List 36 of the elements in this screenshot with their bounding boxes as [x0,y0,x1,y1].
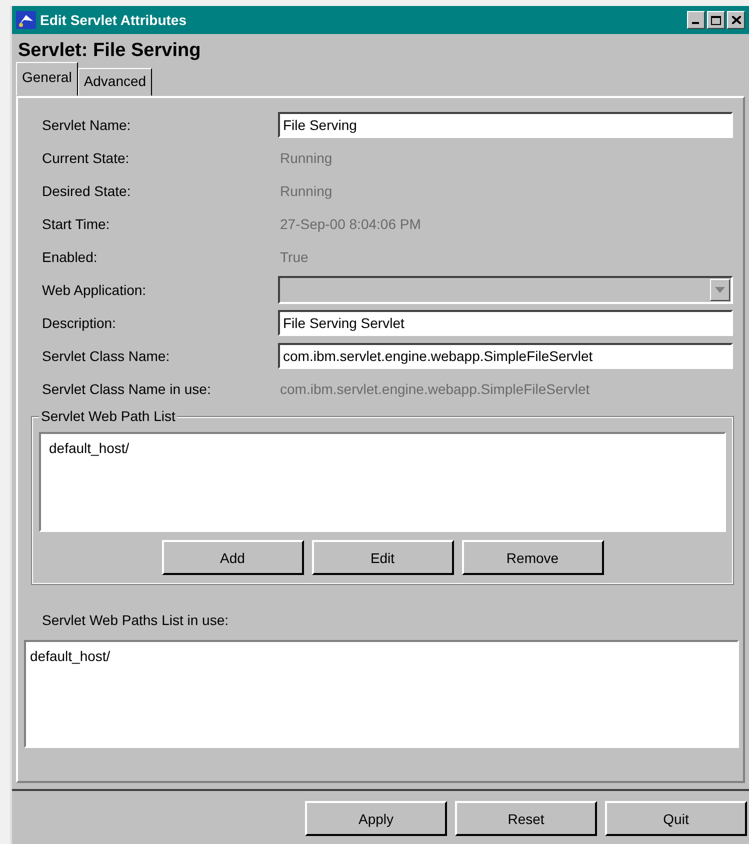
tab[interactable]: Advanced [78,68,152,96]
field-label: Description: [41,314,117,330]
group-title: Servlet Web Path List [39,408,178,424]
list-item: default_host/ [30,648,112,664]
field-value: Running [279,150,334,166]
text-field[interactable]: com.ibm.servlet.engine.webapp.SimpleFileServlet [278,342,733,368]
field-label: Web Application: [41,282,148,298]
list-button[interactable]: Remove [462,540,604,575]
window-title: Edit Servlet Attributes [40,12,188,28]
field-label: Start Time: [41,216,111,232]
maximize-icon[interactable] [707,11,725,29]
paths-in-use-label: Servlet Web Paths List in use: [41,611,230,628]
path-list[interactable]: default_host/ [39,432,726,532]
tab[interactable]: General [16,62,78,96]
field-label: Enabled: [41,248,98,264]
dialog-button[interactable]: Quit [605,801,747,836]
field-label: Servlet Class Name: [41,348,171,364]
close-icon[interactable] [727,11,745,29]
field-label: Servlet Name: [41,116,132,132]
dialog-button[interactable]: Apply [305,801,447,836]
field-value: Running [279,182,334,198]
list-button[interactable]: Add [162,540,304,575]
minimize-icon[interactable] [687,11,705,29]
servlet-heading: Servlet: File Serving [17,39,202,63]
field-label: Servlet Class Name in use: [41,380,212,396]
field-value: com.ibm.servlet.engine.webapp.SimpleFileServlet [279,380,591,396]
field-value: True [279,248,310,264]
text-field[interactable]: File Serving [278,112,733,138]
text-field[interactable]: File Serving Servlet [278,310,733,336]
dialog-button[interactable]: Reset [455,801,597,836]
app-icon [16,11,36,29]
field-value: 27-Sep-00 8:04:06 PM [279,216,422,232]
field-label: Current State: [41,150,130,166]
list-button[interactable]: Edit [312,540,454,575]
list-item[interactable]: default_host/ [49,440,716,456]
field-label: Desired State: [41,182,132,198]
